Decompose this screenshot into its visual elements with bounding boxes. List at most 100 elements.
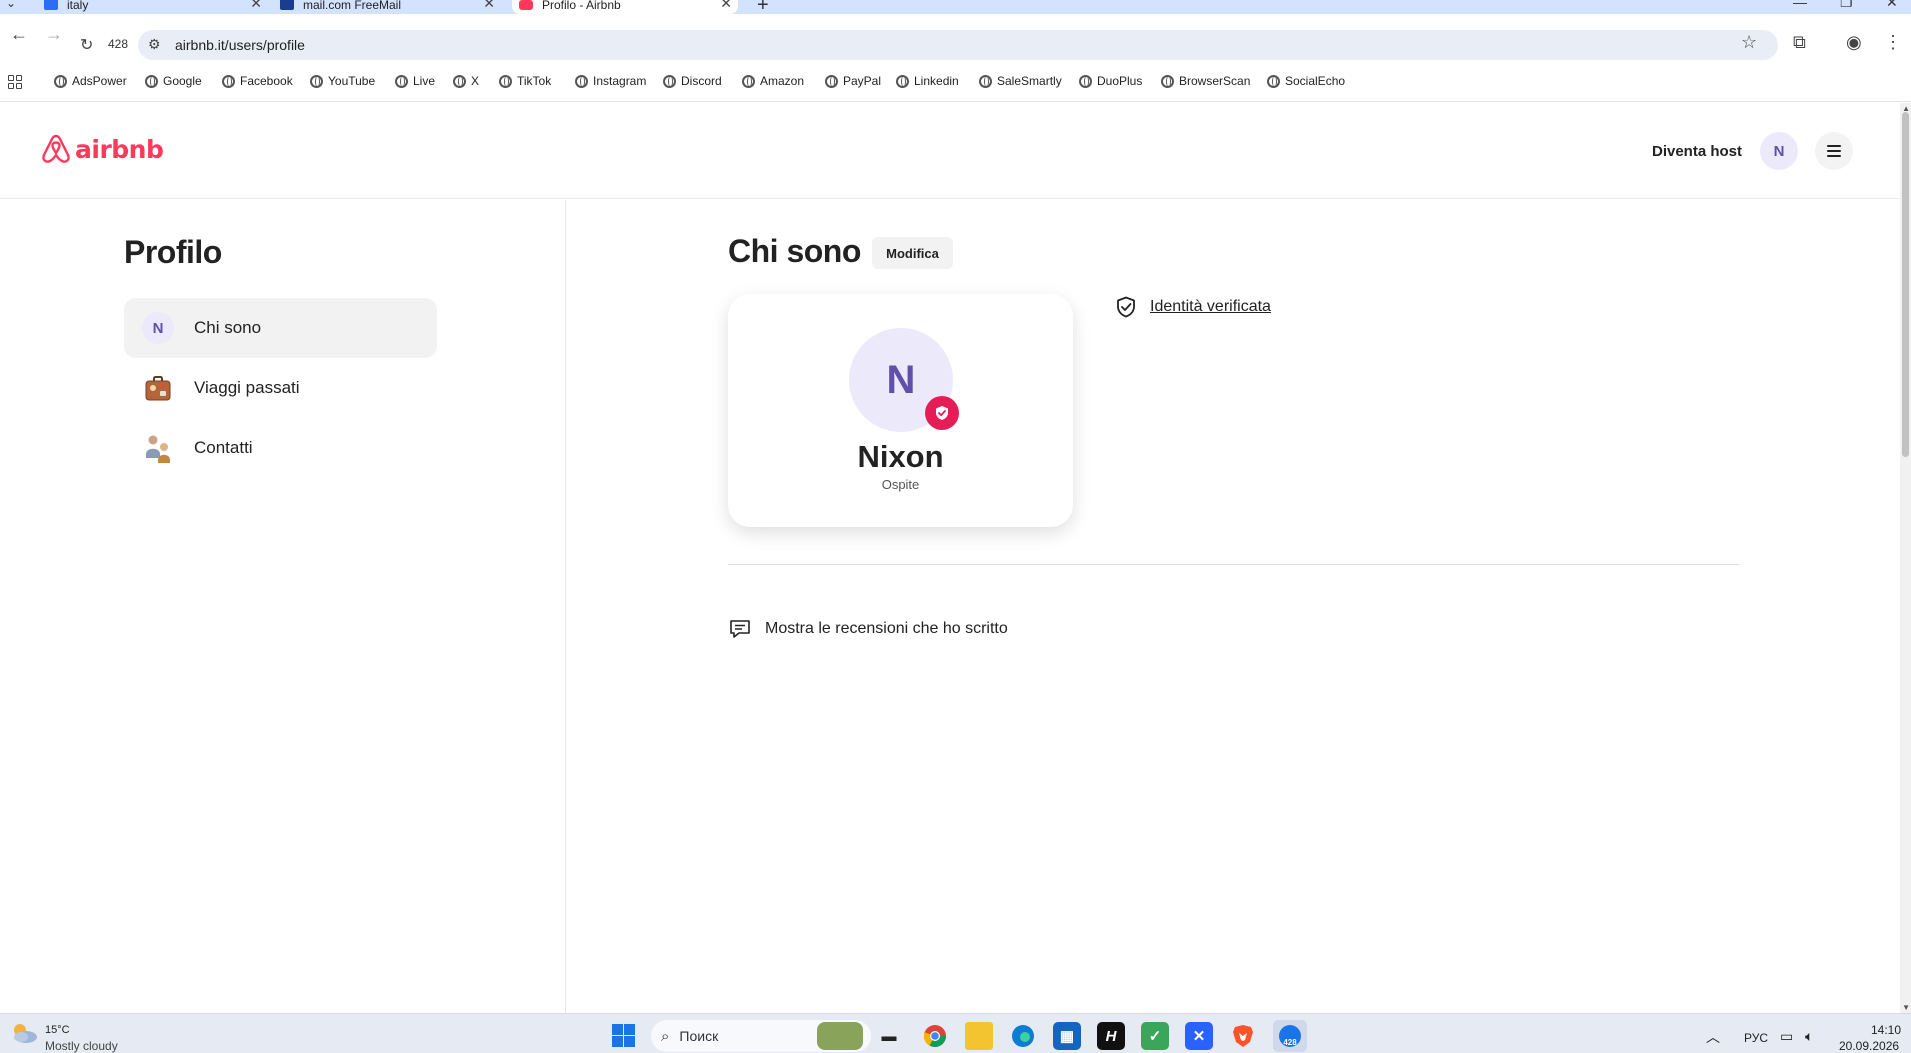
globe-icon xyxy=(1161,74,1174,88)
show-reviews-row[interactable]: Mostra le recensioni che ho scritto xyxy=(728,617,1008,641)
windows-start-icon[interactable] xyxy=(612,1024,635,1047)
tab-close-icon[interactable]: ✕ xyxy=(720,0,732,10)
brave-icon[interactable] xyxy=(1229,1022,1257,1050)
sidebar-item-viaggi-passati[interactable]: Viaggi passati xyxy=(124,358,437,418)
network-icon[interactable]: ▭ xyxy=(1780,1028,1793,1045)
edit-profile-button[interactable]: Modifica xyxy=(872,237,953,269)
identity-verified-row[interactable]: Identità verificata xyxy=(1114,295,1271,319)
globe-icon xyxy=(742,74,755,88)
profile-card: N Nixon Ospite xyxy=(728,294,1073,527)
weather-widget[interactable] xyxy=(10,1022,38,1044)
bookmark-item[interactable]: PayPal xyxy=(825,74,881,88)
clock-date[interactable]: 20.09.2026 xyxy=(1839,1039,1899,1053)
bookmark-label: Facebook xyxy=(240,74,293,88)
become-host-link[interactable]: Diventa host xyxy=(1652,143,1742,160)
globe-icon xyxy=(145,74,158,88)
edge-icon[interactable] xyxy=(1009,1022,1037,1050)
apps-grid-icon[interactable] xyxy=(8,75,22,89)
bookmark-label: X xyxy=(471,74,480,88)
bookmark-item[interactable]: X xyxy=(453,74,479,88)
globe-icon xyxy=(310,74,323,88)
file-explorer-icon[interactable] xyxy=(965,1022,993,1050)
logo-wordmark: airbnb xyxy=(75,134,164,164)
bookmark-item[interactable]: SocialEcho xyxy=(1267,74,1345,88)
tab-close-icon[interactable]: ✕ xyxy=(250,0,262,10)
language-indicator[interactable]: РУС xyxy=(1744,1031,1768,1045)
bookmark-item[interactable]: Amazon xyxy=(742,74,804,88)
airbnb-logo[interactable]: airbnb xyxy=(40,133,164,165)
browser-tab-italy[interactable]: italy ✕ xyxy=(44,0,262,14)
bookmark-item[interactable]: Discord xyxy=(663,74,722,88)
taskbar-widget-thumbnail-icon[interactable] xyxy=(817,1022,863,1050)
chrome-icon[interactable] xyxy=(921,1022,949,1050)
globe-icon xyxy=(979,74,992,88)
scrollbar-thumb[interactable] xyxy=(1902,112,1909,457)
bookmark-item[interactable]: Google xyxy=(145,74,202,88)
url-text[interactable]: airbnb.it/users/profile xyxy=(175,37,305,53)
sidebar-title: Profilo xyxy=(124,234,222,270)
globe-icon xyxy=(54,74,67,88)
task-view-icon[interactable]: ▬ xyxy=(875,1022,903,1050)
windows-taskbar xyxy=(0,1013,1911,1053)
spreadsheet-app-icon[interactable]: ✓ xyxy=(1141,1022,1169,1050)
hamburger-menu-icon[interactable] xyxy=(1815,132,1853,170)
volume-icon[interactable]: 🔈︎ xyxy=(1805,1028,1813,1045)
tab-title: Profilo - Airbnb xyxy=(542,0,621,12)
profile-icon[interactable]: ◉ xyxy=(1846,32,1862,53)
browser-tab-mail[interactable]: mail.com FreeMail ✕ xyxy=(280,0,495,14)
restore-icon[interactable]: ❐ xyxy=(1840,0,1853,11)
globe-icon xyxy=(499,74,512,88)
reload-icon[interactable]: ↻ xyxy=(80,35,93,55)
globe-icon xyxy=(663,74,676,88)
browser-tab-airbnb[interactable]: Profilo - Airbnb ✕ xyxy=(512,0,738,14)
omnibox[interactable] xyxy=(138,30,1778,60)
show-reviews-link[interactable]: Mostra le recensioni che ho scritto xyxy=(765,620,1008,638)
sidebar-item-contatti[interactable]: Contatti xyxy=(124,418,437,478)
globe-icon xyxy=(222,74,235,88)
identity-verified-link[interactable]: Identità verificata xyxy=(1150,298,1271,316)
tab-close-icon[interactable]: ✕ xyxy=(483,0,495,10)
store-icon[interactable]: ▦ xyxy=(1053,1022,1081,1050)
verified-shield-badge-icon xyxy=(925,396,959,430)
browser-menu-icon[interactable]: ⋮ xyxy=(1884,32,1902,53)
globe-icon xyxy=(395,74,408,88)
extensions-icon[interactable]: ⧉ xyxy=(1793,32,1806,53)
bookmark-item[interactable]: BrowserScan xyxy=(1161,74,1250,88)
adspower-active-app-icon[interactable]: 428 xyxy=(1273,1020,1307,1052)
bookmark-item[interactable]: Live xyxy=(395,74,435,88)
clock-time[interactable]: 14:10 xyxy=(1871,1023,1901,1037)
tray-chevron-up-icon[interactable]: ︿ xyxy=(1706,1027,1720,1047)
back-arrow-icon[interactable]: ← xyxy=(10,24,28,45)
bookmark-item[interactable]: DuoPlus xyxy=(1079,74,1142,88)
bookmark-label: TikTok xyxy=(517,74,552,88)
scroll-down-icon[interactable]: ▼ xyxy=(1902,1003,1910,1012)
scroll-up-icon[interactable]: ▲ xyxy=(1902,104,1910,113)
bookmark-item[interactable]: YouTube xyxy=(310,74,375,88)
globe-icon xyxy=(1079,74,1092,88)
h-app-icon[interactable]: H xyxy=(1097,1022,1125,1050)
minimize-icon[interactable]: — xyxy=(1793,0,1807,10)
adspower-icon[interactable]: ✕ xyxy=(1185,1022,1213,1050)
bookmark-label: Live xyxy=(413,74,436,88)
tab-search-chevron-icon[interactable]: ⌄ xyxy=(6,0,16,10)
window-close-icon[interactable]: ✕ xyxy=(1886,0,1898,11)
bookmark-item[interactable]: AdsPower xyxy=(54,74,127,88)
globe-icon xyxy=(575,74,588,88)
cloudy-weather-icon xyxy=(14,1024,37,1043)
section-divider xyxy=(728,564,1739,565)
bookmark-item[interactable]: Facebook xyxy=(222,74,293,88)
reload-count-badge: 428 xyxy=(108,37,129,51)
people-icon xyxy=(142,432,174,464)
bookmark-item[interactable]: SaleSmartly xyxy=(979,74,1062,88)
bookmark-item[interactable]: TikTok xyxy=(499,74,551,88)
user-avatar-button[interactable]: N xyxy=(1760,132,1798,170)
sidebar-item-label: Chi sono xyxy=(194,318,262,337)
weather-description: Mostly cloudy xyxy=(45,1039,118,1053)
sidebar-item-chi-sono[interactable]: N Chi sono xyxy=(124,298,437,358)
bookmark-label: YouTube xyxy=(328,74,376,88)
site-settings-icon[interactable]: ⚙ xyxy=(148,36,161,53)
forward-arrow-icon[interactable]: → xyxy=(45,24,63,45)
bookmark-item[interactable]: Linkedin xyxy=(896,74,959,88)
bookmark-star-icon[interactable]: ☆ xyxy=(1741,32,1757,53)
bookmark-item[interactable]: Instagram xyxy=(575,74,646,88)
